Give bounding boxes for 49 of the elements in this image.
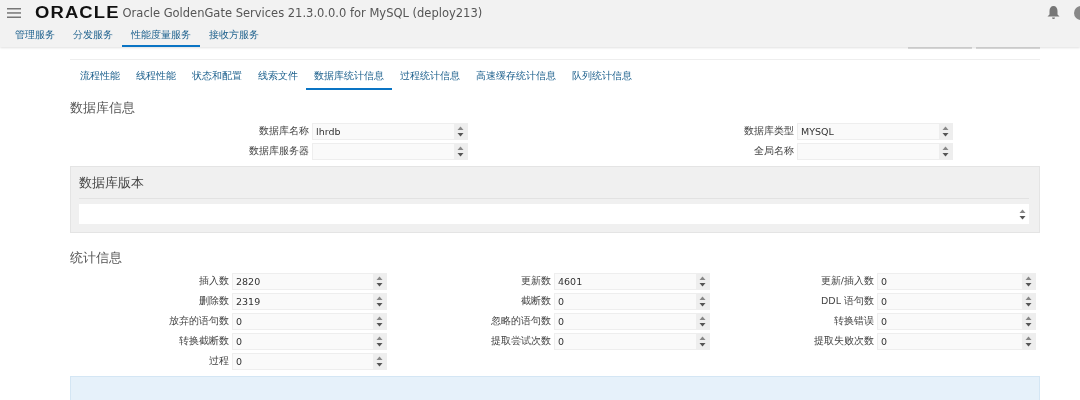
sub-tab[interactable]: 数据库统计信息 <box>306 66 392 90</box>
section-heading: 数据库信息 <box>70 99 136 117</box>
field-label: 转换截断数 <box>178 335 230 348</box>
input-field[interactable]: 4601 <box>554 273 710 290</box>
sub-tab[interactable]: 过程统计信息 <box>392 66 468 90</box>
field-label: 截断数 <box>520 295 552 308</box>
field-label: 提取失败次数 <box>813 335 875 348</box>
sub-tab[interactable]: 流程性能 <box>72 66 128 90</box>
sub-tab[interactable]: 高速缓存统计信息 <box>468 66 564 90</box>
input-field[interactable]: 0 <box>877 293 1036 310</box>
window-title: Oracle GoldenGate Services 21.3.0.0.0 for MySQL (deploy213) <box>122 5 483 20</box>
sub-tab[interactable]: 状态和配置 <box>184 66 250 90</box>
sub-tab[interactable]: 线程性能 <box>128 66 184 90</box>
nav-tab[interactable]: 分发服务 <box>64 25 122 47</box>
panel-heading: 数据库版本 <box>79 175 1029 199</box>
input-field[interactable]: 0 <box>877 333 1036 350</box>
field-label: 删除数 <box>198 295 230 308</box>
input-field[interactable]: 0 <box>877 313 1036 330</box>
field-label: 数据库名称 <box>258 125 310 138</box>
field-label: 更新/插入数 <box>819 275 875 288</box>
field-label: DDL 语句数 <box>820 295 875 308</box>
input-field[interactable]: 0 <box>554 333 710 350</box>
nav-tab[interactable]: 管理服务 <box>6 25 64 47</box>
sub-tab[interactable]: 线索文件 <box>250 66 306 90</box>
field-label: 数据库类型 <box>743 125 795 138</box>
field-label: 忽略的语句数 <box>490 315 552 328</box>
input-field[interactable]: 0 <box>232 313 387 330</box>
input-field[interactable]: 0 <box>554 293 710 310</box>
input-field[interactable]: 0 <box>232 353 387 370</box>
input-field[interactable]: 0 <box>554 313 710 330</box>
field-label: 全局名称 <box>753 145 795 158</box>
logo: ORACLE <box>35 3 120 22</box>
section-heading: 统计信息 <box>70 249 123 267</box>
input-field[interactable]: MYSQL <box>797 123 953 140</box>
input-field[interactable]: 2820 <box>232 273 387 290</box>
sub-tab[interactable]: 队列统计信息 <box>564 66 640 90</box>
field-label: 插入数 <box>198 275 230 288</box>
input-field[interactable]: 0 <box>877 273 1036 290</box>
nav-tab[interactable]: 性能度量服务 <box>122 25 200 47</box>
field-label: 提取尝试次数 <box>490 335 552 348</box>
field-label: 数据库服务器 <box>248 145 310 158</box>
field-label: 转换错误 <box>833 315 875 328</box>
nav-tab[interactable]: 接收方服务 <box>200 25 268 47</box>
input-field[interactable]: 0 <box>232 333 387 350</box>
input-field[interactable]: lhrdb <box>312 123 468 140</box>
field-label: 放弃的语句数 <box>168 315 230 328</box>
field-label: 更新数 <box>520 275 552 288</box>
input-field[interactable]: 2319 <box>232 293 387 310</box>
field-label: 过程 <box>208 355 230 368</box>
